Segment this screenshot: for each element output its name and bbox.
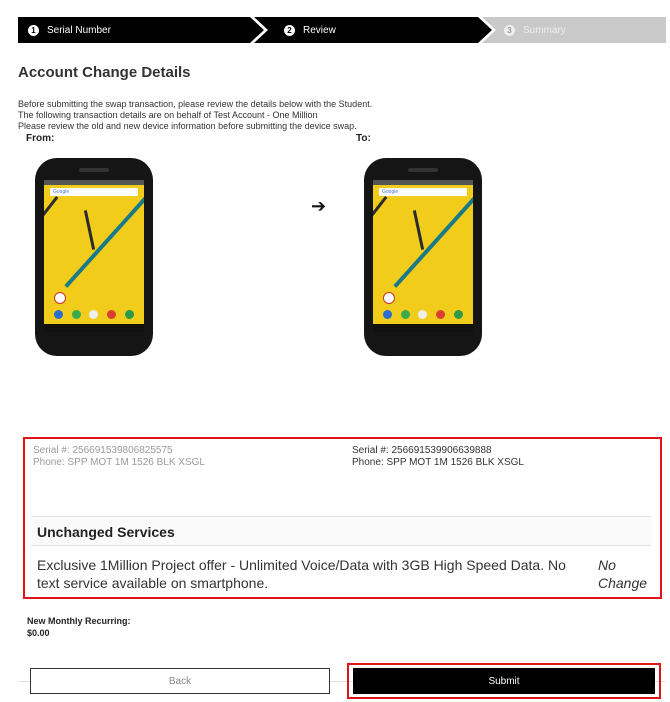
- recurring-value: $0.00: [27, 628, 50, 638]
- arrow-right-icon: ➔: [311, 196, 327, 216]
- step-summary: 3 Summary: [482, 17, 666, 43]
- submit-button[interactable]: Submit: [353, 668, 655, 694]
- step-label: Summary: [523, 24, 566, 36]
- intro-line: The following transaction details are on…: [18, 110, 318, 120]
- new-device-info: Serial #: 256691539906639888 Phone: SPP …: [352, 445, 524, 469]
- mail-icon: [383, 292, 395, 304]
- step-label: Serial Number: [47, 24, 111, 36]
- service-status: No Change: [598, 557, 648, 591]
- to-label: To:: [356, 133, 371, 144]
- step-serial-number: 1 Serial Number: [18, 17, 264, 43]
- swap-details-box: Serial #: 256691539806825575 Phone: SPP …: [23, 437, 662, 599]
- step-number-icon: 2: [284, 24, 295, 36]
- intro-line: Please review the old and new device inf…: [18, 121, 357, 131]
- old-phone-image: Google: [35, 158, 153, 356]
- mail-icon: [54, 292, 66, 304]
- step-review: 2 Review: [254, 17, 492, 43]
- step-label: Review: [303, 24, 336, 36]
- old-serial: Serial #: 256691539806825575: [33, 445, 173, 456]
- recurring-label: New Monthly Recurring:: [27, 616, 131, 626]
- search-bar: Google: [379, 188, 467, 196]
- intro-text: Before submitting the swap transaction, …: [18, 99, 372, 132]
- step-number-icon: 1: [28, 24, 39, 36]
- submit-highlight: Submit: [347, 663, 661, 699]
- old-phone-model: Phone: SPP MOT 1M 1526 BLK XSGL: [33, 457, 205, 468]
- old-device-info: Serial #: 256691539806825575 Phone: SPP …: [33, 445, 205, 469]
- progress-stepper: 1 Serial Number 2 Review 3 Summary: [18, 17, 666, 43]
- page-title: Account Change Details: [18, 64, 191, 81]
- new-serial: Serial #: 256691539906639888: [352, 445, 492, 456]
- back-button[interactable]: Back: [30, 668, 330, 694]
- new-phone-model: Phone: SPP MOT 1M 1526 BLK XSGL: [352, 457, 524, 468]
- step-number-icon: 3: [504, 24, 515, 36]
- search-bar: Google: [50, 188, 138, 196]
- new-phone-image: Google: [364, 158, 482, 356]
- service-description: Exclusive 1Million Project offer - Unlim…: [37, 557, 566, 591]
- unchanged-services-header: Unchanged Services: [31, 516, 651, 546]
- from-label: From:: [26, 133, 55, 144]
- intro-line: Before submitting the swap transaction, …: [18, 99, 373, 109]
- section-heading: Unchanged Services: [37, 524, 175, 540]
